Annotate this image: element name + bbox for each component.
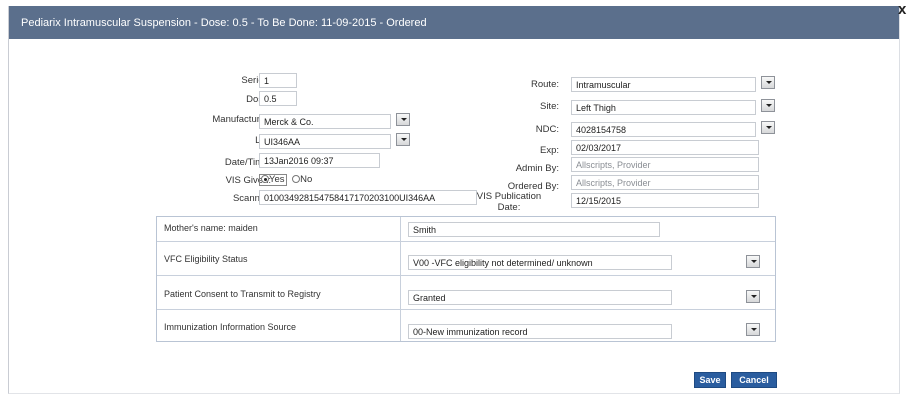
exp-label: Exp: [539,145,559,156]
scanner-label: Scanner: [232,193,271,204]
vis-publication-label: VIS Publication Date: [459,191,559,213]
site-label: Site: [539,101,559,112]
datetime-field[interactable]: 13Jan2016 09:37 [259,153,380,168]
source-dropdown-icon[interactable] [746,323,760,336]
ndc-dropdown-icon[interactable] [761,121,775,134]
vis-yes-radio[interactable] [261,175,269,183]
manufacturer-label: Manufacturer: [212,114,271,125]
mothers-name-label: Mother's name: maiden [164,223,258,233]
registry-row-mothers-name: Mother's name: maiden Smith [157,217,775,241]
registry-row-source: Immunization Information Source 00-New i… [157,309,775,342]
vfc-eligibility-select[interactable]: V00 -VFC eligibility not determined/ unk… [408,255,672,270]
dose-label: Dose: [179,94,271,105]
vis-publication-date-field[interactable]: 12/15/2015 [571,193,759,208]
admin-by-field: Allscripts, Provider [571,157,759,172]
vfc-dropdown-icon[interactable] [746,255,760,268]
consent-dropdown-icon[interactable] [746,290,760,303]
consent-label: Patient Consent to Transmit to Registry [164,289,321,299]
site-dropdown-icon[interactable] [761,99,775,112]
lot-select[interactable]: UI346AA [259,134,391,149]
route-select[interactable]: Intramuscular [571,77,756,92]
vis-yes-label: Yes [269,174,285,185]
ordered-by-field: Allscripts, Provider [571,175,759,190]
registry-table: Mother's name: maiden Smith VFC Eligibil… [156,216,776,342]
ndc-label: NDC: [535,124,559,135]
immunization-source-select[interactable]: 00-New immunization record [408,324,672,339]
exp-field[interactable]: 02/03/2017 [571,140,759,155]
vis-given-group: Yes No [259,174,312,186]
mothers-name-field[interactable]: Smith [408,222,660,237]
route-label: Route: [531,79,559,90]
lot-label: Lot: [179,135,271,146]
ndc-select[interactable]: 4028154758 [571,122,756,137]
scanner-field[interactable]: 010034928154758417170203100UI346AA [259,190,477,205]
manufacturer-select[interactable]: Merck & Co. [259,114,391,129]
vis-publication-label-line1: VIS Publication [476,191,542,202]
dialog-titlebar: Pediarix Intramuscular Suspension - Dose… [9,6,899,39]
route-dropdown-icon[interactable] [761,76,775,89]
immunization-source-label: Immunization Information Source [164,322,297,332]
cancel-button[interactable]: Cancel [731,372,777,388]
vis-given-label: VIS Given: [225,175,271,186]
datetime-label: Date/Time: [224,157,271,168]
vis-publication-label-line2: Date: [497,202,521,213]
admin-by-label: Admin By: [515,163,559,174]
close-icon[interactable]: x [898,2,906,17]
registry-row-vfc: VFC Eligibility Status V00 -VFC eligibil… [157,241,775,275]
vaccine-dialog: Pediarix Intramuscular Suspension - Dose… [8,6,900,394]
registry-row-consent: Patient Consent to Transmit to Registry … [157,275,775,309]
vis-no-label: No [300,174,313,185]
series-label: Series: [241,75,271,86]
vis-no-radio[interactable] [292,175,301,183]
site-select[interactable]: Left Thigh [571,100,756,115]
consent-select[interactable]: Granted [408,290,672,305]
manufacturer-dropdown-icon[interactable] [396,113,410,126]
dialog-title: Pediarix Intramuscular Suspension - Dose… [21,17,427,29]
vfc-eligibility-label: VFC Eligibility Status [164,254,248,264]
vis-yes-option[interactable]: Yes [259,174,287,186]
series-field[interactable]: 1 [259,73,297,88]
save-button[interactable]: Save [694,372,726,388]
dose-field[interactable]: 0.5 [259,91,297,106]
lot-dropdown-icon[interactable] [396,133,410,146]
